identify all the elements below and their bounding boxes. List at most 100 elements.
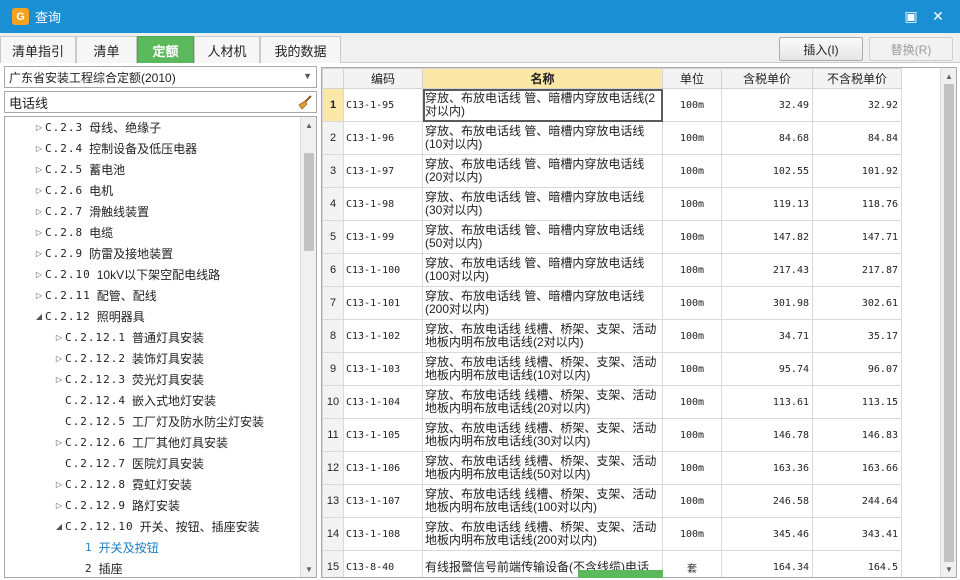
row-index[interactable]: 1 [322,88,344,122]
expand-icon[interactable]: ▷ [53,501,65,510]
quota-code-cell[interactable]: C13-1-97 [343,154,423,188]
tax-price-cell[interactable]: 102.55 [721,154,813,188]
table-row[interactable]: 11 C13-1-105 穿放、布放电话线 线槽、桥架、支架、活动地板内明布放电话线… [322,418,902,452]
unit-cell[interactable]: 100m [662,154,722,188]
tax-price-cell[interactable]: 217.43 [721,253,813,287]
tree-item[interactable]: 1 开关及按钮 [5,537,301,558]
tax-price-cell[interactable]: 345.46 [721,517,813,551]
table-row[interactable]: 4 C13-1-98 穿放、布放电话线 管、暗槽内穿放电话线(30对以内) 100m 1… [322,187,902,221]
row-index[interactable]: 11 [322,418,344,452]
tax-price-cell[interactable]: 146.78 [721,418,813,452]
tax-price-cell[interactable]: 95.74 [721,352,813,386]
header-unit[interactable]: 单位 [662,68,722,89]
unit-cell[interactable]: 100m [662,253,722,287]
quota-code-cell[interactable]: C13-1-103 [343,352,423,386]
row-index[interactable]: 3 [322,154,344,188]
table-row[interactable]: 2 C13-1-96 穿放、布放电话线 管、暗槽内穿放电话线(10对以内) 100m 8… [322,121,902,155]
tree-scroll-thumb[interactable] [304,153,314,251]
unit-cell[interactable]: 100m [662,352,722,386]
unit-cell[interactable]: 100m [662,121,722,155]
tree-item[interactable]: ▷ C.2.6 电机 [5,180,301,201]
tax-price-cell[interactable]: 301.98 [721,286,813,320]
tree-item[interactable]: ▷ C.2.9 防雷及接地装置 [5,243,301,264]
notax-price-cell[interactable]: 146.83 [812,418,902,452]
unit-cell[interactable]: 100m [662,319,722,353]
tree-item[interactable]: ▷ C.2.5 蓄电池 [5,159,301,180]
tax-price-cell[interactable]: 246.58 [721,484,813,518]
tree-item[interactable]: ▷ C.2.12.8 霓虹灯安装 [5,474,301,495]
expand-icon[interactable]: ▷ [53,375,65,384]
quota-code-cell[interactable]: C13-1-101 [343,286,423,320]
tax-price-cell[interactable]: 113.61 [721,385,813,419]
chevron-down-icon[interactable]: ▼ [303,71,312,81]
notax-price-cell[interactable]: 101.92 [812,154,902,188]
tree-item[interactable]: ▷ C.2.10 10kV以下架空配电线路 [5,264,301,285]
row-index[interactable]: 4 [322,187,344,221]
notax-price-cell[interactable]: 302.61 [812,286,902,320]
grid-scroll-thumb[interactable] [944,84,954,562]
quota-name-cell[interactable]: 穿放、布放电话线 线槽、桥架、支架、活动地板内明布放电话线(100对以内) [422,484,663,518]
search-input[interactable]: 电话线 [4,91,317,113]
unit-cell[interactable]: 100m [662,187,722,221]
unit-cell[interactable]: 100m [662,286,722,320]
row-index[interactable]: 6 [322,253,344,287]
notax-price-cell[interactable]: 118.76 [812,187,902,221]
tree-item[interactable]: ▷ C.2.12.9 路灯安装 [5,495,301,516]
tree-item[interactable]: C.2.12.7 医院灯具安装 [5,453,301,474]
expand-icon[interactable]: ▷ [33,249,45,258]
quota-name-cell[interactable]: 穿放、布放电话线 线槽、桥架、支架、活动地板内明布放电话线(30对以内) [422,418,663,452]
unit-cell[interactable]: 套 [662,550,722,577]
tree-item[interactable]: ▷ C.2.3 母线、绝缘子 [5,117,301,138]
quota-name-cell[interactable]: 穿放、布放电话线 管、暗槽内穿放电话线(2对以内) [422,88,663,122]
expand-icon[interactable]: ▷ [33,123,45,132]
quota-library-select[interactable]: 广东省安装工程综合定额(2010) ▼ [4,66,317,88]
row-index[interactable]: 15 [322,550,344,577]
quota-code-cell[interactable]: C13-1-108 [343,517,423,551]
close-button[interactable]: ✕ [928,6,948,26]
table-row[interactable]: 14 C13-1-108 穿放、布放电话线 线槽、桥架、支架、活动地板内明布放电话线… [322,517,902,551]
tree-item[interactable]: ▷ C.2.12.3 荧光灯具安装 [5,369,301,390]
table-row[interactable]: 13 C13-1-107 穿放、布放电话线 线槽、桥架、支架、活动地板内明布放电话线… [322,484,902,518]
notax-price-cell[interactable]: 35.17 [812,319,902,353]
notax-price-cell[interactable]: 164.5 [812,550,902,577]
row-index[interactable]: 14 [322,517,344,551]
quota-code-cell[interactable]: C13-1-104 [343,385,423,419]
tree-item[interactable]: C.2.12.4 嵌入式地灯安装 [5,390,301,411]
scroll-up-icon[interactable]: ▲ [941,68,956,84]
quota-code-cell[interactable]: C13-1-106 [343,451,423,485]
tree-scrollbar[interactable]: ▲ ▼ [300,117,316,577]
expand-icon[interactable]: ▷ [33,228,45,237]
quota-name-cell[interactable]: 穿放、布放电话线 线槽、桥架、支架、活动地板内明布放电话线(200对以内) [422,517,663,551]
scroll-down-icon[interactable]: ▼ [301,561,316,577]
tax-price-cell[interactable]: 32.49 [721,88,813,122]
quota-name-cell[interactable]: 穿放、布放电话线 线槽、桥架、支架、活动地板内明布放电话线(10对以内) [422,352,663,386]
row-index[interactable]: 10 [322,385,344,419]
notax-price-cell[interactable]: 96.07 [812,352,902,386]
tree-item[interactable]: ▷ C.2.12.1 普通灯具安装 [5,327,301,348]
quota-code-cell[interactable]: C13-1-95 [343,88,423,122]
quota-code-cell[interactable]: C13-8-40 [343,550,423,577]
tax-price-cell[interactable]: 84.68 [721,121,813,155]
expand-icon[interactable]: ▷ [53,438,65,447]
tab-bill-guide[interactable]: 清单指引 [0,36,76,63]
tree-item[interactable]: ◢ C.2.12.10 开关、按钮、插座安装 [5,516,301,537]
tax-price-cell[interactable]: 119.13 [721,187,813,221]
row-index[interactable]: 5 [322,220,344,254]
tab-bill[interactable]: 清单 [76,36,137,63]
unit-cell[interactable]: 100m [662,220,722,254]
expand-icon[interactable]: ▷ [33,144,45,153]
expand-icon[interactable]: ▷ [33,165,45,174]
expand-icon[interactable]: ▷ [53,333,65,342]
header-name[interactable]: 名称 [422,68,663,89]
table-row[interactable]: 7 C13-1-101 穿放、布放电话线 管、暗槽内穿放电话线(200对以内) 100… [322,286,902,320]
quota-name-cell[interactable]: 穿放、布放电话线 线槽、桥架、支架、活动地板内明布放电话线(20对以内) [422,385,663,419]
expand-icon[interactable]: ▷ [53,480,65,489]
header-code[interactable]: 编码 [343,68,423,89]
table-row[interactable]: 9 C13-1-103 穿放、布放电话线 线槽、桥架、支架、活动地板内明布放电话线(… [322,352,902,386]
quota-name-cell[interactable]: 穿放、布放电话线 管、暗槽内穿放电话线(10对以内) [422,121,663,155]
quota-grid[interactable]: 编码 名称 单位 含税单价 不含税单价 1 C13-1-95 穿放、布放电话线 管、… [321,67,957,578]
expand-icon[interactable]: ▷ [33,270,45,279]
tax-price-cell[interactable]: 164.34 [721,550,813,577]
quota-name-cell[interactable]: 穿放、布放电话线 管、暗槽内穿放电话线(200对以内) [422,286,663,320]
unit-cell[interactable]: 100m [662,517,722,551]
